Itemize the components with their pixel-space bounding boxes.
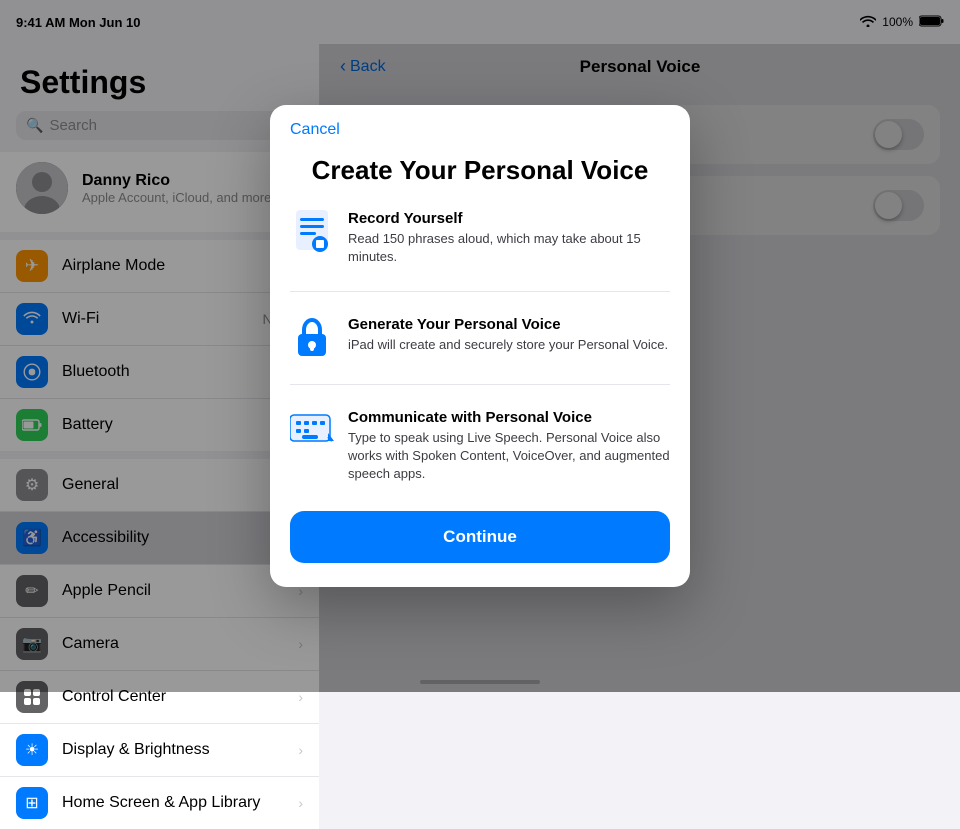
display-icon-box: ☀ (16, 734, 48, 766)
modal-title: Create Your Personal Voice (270, 139, 690, 210)
home-screen-label: Home Screen & App Library (62, 794, 284, 812)
modal-item-generate: Generate Your Personal Voice iPad will c… (290, 316, 670, 360)
modal-overlay: Cancel Create Your Personal Voice Rec (0, 0, 960, 692)
communicate-item-text: Communicate with Personal Voice Type to … (348, 409, 670, 484)
communicate-item-title: Communicate with Personal Voice (348, 409, 670, 426)
record-item-desc: Read 150 phrases aloud, which may take a… (348, 230, 670, 266)
generate-item-title: Generate Your Personal Voice (348, 316, 668, 333)
modal-items: Record Yourself Read 150 phrases aloud, … (270, 210, 690, 503)
communicate-item-desc: Type to speak using Live Speech. Persona… (348, 429, 670, 484)
record-icon (290, 210, 334, 254)
divider-1 (290, 291, 670, 292)
keyboard-icon (290, 409, 334, 453)
chevron-icon: › (298, 742, 303, 758)
cancel-button[interactable]: Cancel (270, 105, 690, 139)
display-label: Display & Brightness (62, 741, 284, 759)
lock-icon (290, 316, 334, 360)
sidebar-item-display[interactable]: ☀ Display & Brightness › (0, 724, 319, 777)
modal-item-record: Record Yourself Read 150 phrases aloud, … (290, 210, 670, 266)
chevron-icon: › (298, 795, 303, 811)
generate-item-text: Generate Your Personal Voice iPad will c… (348, 316, 668, 354)
record-item-text: Record Yourself Read 150 phrases aloud, … (348, 210, 670, 266)
sidebar-item-home-screen[interactable]: ⊞ Home Screen & App Library › (0, 777, 319, 829)
generate-item-desc: iPad will create and securely store your… (348, 336, 668, 354)
modal-item-communicate: Communicate with Personal Voice Type to … (290, 409, 670, 484)
record-item-title: Record Yourself (348, 210, 670, 227)
continue-button[interactable]: Continue (290, 511, 670, 563)
home-screen-icon-box: ⊞ (16, 787, 48, 819)
home-screen-icon: ⊞ (25, 793, 38, 813)
modal-footer: Continue (270, 503, 690, 587)
display-icon: ☀ (25, 740, 39, 760)
divider-2 (290, 384, 670, 385)
modal: Cancel Create Your Personal Voice Rec (270, 105, 690, 587)
